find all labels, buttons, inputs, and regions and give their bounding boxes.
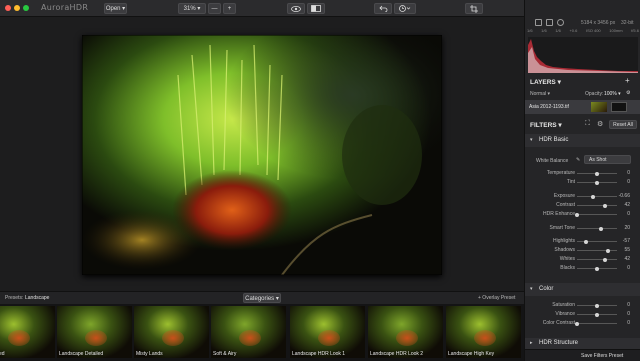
app-logo: AuroraHDR bbox=[41, 3, 89, 12]
presets-category-label: Landscape bbox=[25, 295, 50, 301]
slider-label: Color Contrast bbox=[542, 320, 575, 326]
preset-thumbnail[interactable]: Soft & Airy bbox=[211, 306, 286, 358]
aurora-hdr-window: AuroraHDR Open ▾ 31% ▾ — + Presets: Land… bbox=[0, 0, 640, 361]
crop-button[interactable] bbox=[465, 3, 483, 14]
preset-thumbnail[interactable]: Landscape HDR Look 1 bbox=[290, 306, 365, 358]
zoom-window-button[interactable] bbox=[23, 5, 29, 11]
open-button[interactable]: Open ▾ bbox=[104, 3, 127, 14]
preset-thumbnail-image bbox=[8, 330, 30, 346]
preset-thumbnail[interactable]: Landscape HDR Look 2 bbox=[368, 306, 443, 358]
preset-thumbnail[interactable]: Landscape High Key bbox=[446, 306, 521, 358]
undo-button[interactable] bbox=[374, 3, 392, 14]
preset-thumbnail[interactable]: Landscape Detailed bbox=[57, 306, 132, 358]
slider-knob[interactable] bbox=[595, 312, 599, 317]
save-bar: Save Filters Preset bbox=[525, 349, 640, 361]
slider-track[interactable] bbox=[577, 312, 617, 317]
zoom-in-button[interactable]: + bbox=[223, 3, 236, 14]
hdr-structure-title: HDR Structure bbox=[539, 340, 579, 346]
slider-knob[interactable] bbox=[595, 303, 599, 308]
preset-thumbnail[interactable]: Misty Lands bbox=[134, 306, 209, 358]
preset-thumbnail-image bbox=[162, 330, 184, 346]
slider-value[interactable]: 0 bbox=[627, 302, 630, 308]
preset-label: Enhanced bbox=[0, 351, 5, 357]
preset-label: Landscape HDR Look 1 bbox=[292, 351, 346, 357]
right-panel: 5184 x 3456 px 32-bit 1/6 1/6 1/6 +0.6 ISO 4… bbox=[524, 0, 640, 361]
slider-knob[interactable] bbox=[575, 321, 579, 326]
preset-thumbnail-image bbox=[318, 330, 340, 346]
slider-track[interactable] bbox=[577, 303, 617, 308]
compare-button[interactable] bbox=[307, 3, 325, 14]
save-filters-preset-button[interactable]: Save Filters Preset bbox=[581, 353, 623, 359]
presets-strip: Enhanced Landscape Detailed Misty Lands Sof… bbox=[0, 304, 524, 361]
crop-icon bbox=[470, 4, 478, 13]
eye-icon bbox=[291, 5, 301, 12]
preset-thumbnail-image bbox=[85, 330, 107, 346]
overlay-preset-button[interactable]: + Overlay Preset bbox=[478, 295, 515, 301]
presets-label: Presets: bbox=[5, 295, 24, 301]
color-sliders: Saturation 0 Vibrance 0 Color Contrast 0 bbox=[525, 0, 640, 361]
preset-thumbnail-image bbox=[239, 330, 261, 346]
slider-value[interactable]: 0 bbox=[627, 320, 630, 326]
zoom-out-button[interactable]: — bbox=[208, 3, 221, 14]
preview-eye-button[interactable] bbox=[287, 3, 305, 14]
chevron-right-icon: ▸ bbox=[530, 340, 533, 346]
preset-thumbnail-image bbox=[474, 330, 496, 346]
slider-row[interactable]: Saturation 0 bbox=[525, 302, 640, 310]
preset-label: Landscape High Key bbox=[448, 351, 495, 357]
preset-label: Soft & Airy bbox=[213, 351, 237, 357]
slider-label: Saturation bbox=[552, 302, 575, 308]
slider-value[interactable]: 0 bbox=[627, 311, 630, 317]
zoom-dropdown[interactable]: 31% ▾ bbox=[178, 3, 206, 14]
slider-label: Vibrance bbox=[555, 311, 575, 317]
undo-icon bbox=[378, 5, 387, 12]
presets-bar: Presets: Landscape Categories ▾ + Overla… bbox=[0, 291, 524, 304]
preset-label: Misty Lands bbox=[136, 351, 163, 357]
close-window-button[interactable] bbox=[5, 5, 11, 11]
hdr-structure-header[interactable]: ▸ HDR Structure bbox=[525, 338, 640, 349]
minimize-window-button[interactable] bbox=[14, 5, 20, 11]
bamboo-forest-image bbox=[82, 35, 442, 275]
slider-row[interactable]: Color Contrast 0 bbox=[525, 320, 640, 328]
slider-track[interactable] bbox=[575, 321, 617, 326]
image-canvas[interactable] bbox=[0, 17, 524, 291]
categories-dropdown[interactable]: Categories ▾ bbox=[243, 293, 281, 303]
slider-row[interactable]: Vibrance 0 bbox=[525, 311, 640, 319]
preset-label: Landscape Detailed bbox=[59, 351, 104, 357]
history-button[interactable] bbox=[394, 3, 416, 14]
clock-icon bbox=[399, 5, 411, 12]
preset-thumbnail[interactable]: Enhanced bbox=[0, 306, 55, 358]
preset-label: Landscape HDR Look 2 bbox=[370, 351, 424, 357]
preset-thumbnail-image bbox=[396, 330, 418, 346]
compare-icon bbox=[311, 5, 321, 12]
photo-bamboo-forest bbox=[82, 35, 442, 275]
